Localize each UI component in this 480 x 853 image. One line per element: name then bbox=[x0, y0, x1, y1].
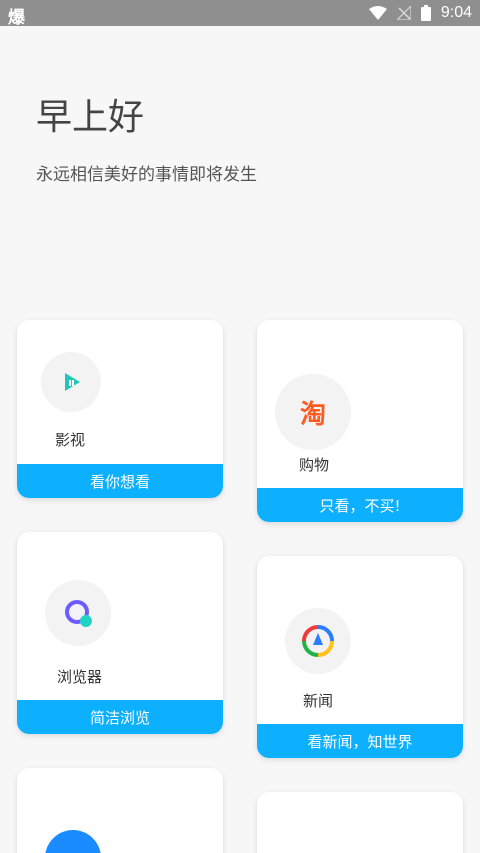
card-shopping-footer: 只看，不买! bbox=[257, 488, 463, 522]
card-video-label: 影视 bbox=[55, 431, 86, 449]
status-time: 9:04 bbox=[440, 4, 472, 21]
card-browser[interactable]: 浏览器 简洁浏览 bbox=[17, 532, 223, 734]
taobao-icon-text: 淘 bbox=[299, 399, 326, 430]
app-icon bbox=[45, 830, 101, 853]
status-bar: 爆 9:04 bbox=[0, 0, 480, 28]
card-video-footer: 看你想看 bbox=[17, 464, 223, 498]
app-notification-icon: 爆 bbox=[8, 8, 25, 28]
card-partial-left[interactable] bbox=[17, 768, 223, 853]
card-video[interactable]: 影视 看你想看 bbox=[17, 320, 223, 498]
wifi-icon bbox=[368, 6, 387, 20]
card-news-label: 新闻 bbox=[303, 692, 334, 710]
news-icon bbox=[285, 608, 351, 674]
play-icon bbox=[41, 352, 101, 412]
card-shopping[interactable]: 淘 购物 只看，不买! bbox=[257, 320, 463, 522]
card-browser-footer: 简洁浏览 bbox=[17, 700, 223, 734]
browser-icon bbox=[45, 580, 111, 646]
card-shopping-label: 购物 bbox=[299, 456, 330, 474]
battery-icon bbox=[420, 5, 431, 21]
taobao-icon: 淘 bbox=[275, 374, 351, 450]
card-partial-right[interactable] bbox=[257, 792, 463, 853]
motto-subtitle: 永远相信美好的事情即将发生 bbox=[36, 165, 257, 185]
status-icons: 9:04 bbox=[368, 3, 472, 23]
card-news-footer: 看新闻，知世界 bbox=[257, 724, 463, 758]
greeting-title: 早上好 bbox=[36, 97, 145, 138]
card-news[interactable]: 新闻 看新闻，知世界 bbox=[257, 556, 463, 758]
card-browser-label: 浏览器 bbox=[57, 668, 103, 686]
no-signal-icon bbox=[396, 6, 411, 20]
